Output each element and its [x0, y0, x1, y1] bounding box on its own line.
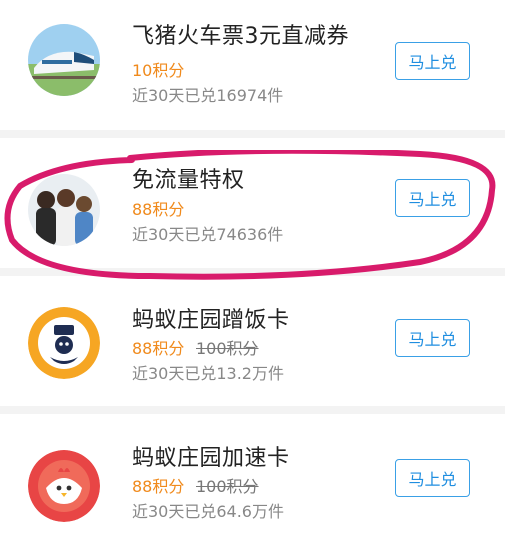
train-icon — [28, 24, 100, 96]
redeem-button[interactable]: 马上兑 — [395, 319, 470, 357]
divider — [0, 406, 505, 414]
item-sold-count: 近30天已兑64.6万件 — [132, 502, 284, 521]
list-item[interactable]: 飞猪火车票3元直减券 10积分 近30天已兑16974件 马上兑 — [0, 0, 505, 130]
item-title: 飞猪火车票3元直减券 — [132, 24, 349, 49]
item-sold-count: 近30天已兑13.2万件 — [132, 364, 284, 383]
item-sold-count: 近30天已兑74636件 — [132, 225, 284, 244]
redeem-button[interactable]: 马上兑 — [395, 459, 470, 497]
item-original-price: 100积分 — [196, 339, 259, 358]
divider — [0, 268, 505, 276]
redeem-list: 飞猪火车票3元直减券 10积分 近30天已兑16974件 马上兑 免流量特权 8… — [0, 0, 505, 544]
people-photo-icon — [28, 174, 100, 246]
redeem-button[interactable]: 马上兑 — [395, 179, 470, 217]
list-item[interactable]: 免流量特权 88积分 近30天已兑74636件 马上兑 — [0, 138, 505, 268]
chicken-speed-card-icon — [28, 450, 100, 522]
item-title: 免流量特权 — [132, 168, 245, 193]
item-title: 蚂蚁庄园加速卡 — [132, 446, 290, 471]
item-title: 蚂蚁庄园蹭饭卡 — [132, 308, 290, 333]
list-item[interactable]: 蚂蚁庄园蹭饭卡 88积分 100积分 近30天已兑13.2万件 马上兑 — [0, 276, 505, 406]
item-price: 88积分 — [132, 477, 185, 496]
chicken-food-card-icon — [28, 307, 100, 379]
divider — [0, 130, 505, 138]
redeem-button[interactable]: 马上兑 — [395, 42, 470, 80]
item-price: 88积分 — [132, 200, 185, 219]
item-original-price: 100积分 — [196, 477, 259, 496]
item-sold-count: 近30天已兑16974件 — [132, 86, 284, 105]
item-price: 88积分 — [132, 339, 185, 358]
item-price: 10积分 — [132, 61, 185, 80]
